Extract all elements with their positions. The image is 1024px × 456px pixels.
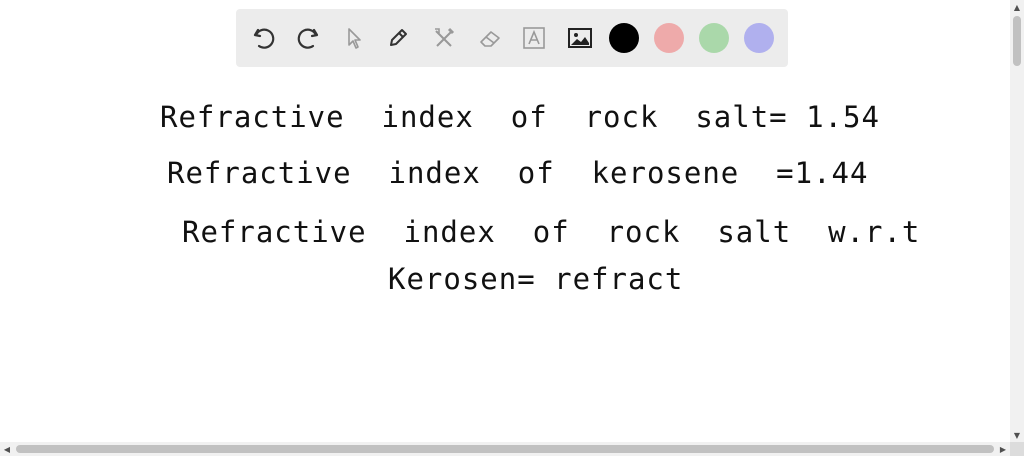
note-line-3: Refractive index of rock salt w.r.t <box>182 215 921 249</box>
scroll-right-arrow-icon[interactable]: ▶ <box>996 442 1010 456</box>
scroll-up-arrow-icon[interactable]: ▲ <box>1010 0 1024 14</box>
note-line-1: Refractive index of rock salt= 1.54 <box>160 100 880 134</box>
note-line-2: Refractive index of kerosene =1.44 <box>167 156 869 190</box>
vertical-scroll-thumb[interactable] <box>1013 16 1021 66</box>
horizontal-scrollbar[interactable]: ◀ ▶ <box>0 442 1010 456</box>
vertical-scrollbar[interactable]: ▲ ▼ <box>1010 0 1024 442</box>
horizontal-scroll-thumb[interactable] <box>16 445 994 453</box>
whiteboard-canvas[interactable]: Refractive index of rock salt= 1.54 Refr… <box>0 0 1010 442</box>
scroll-left-arrow-icon[interactable]: ◀ <box>0 442 14 456</box>
scroll-down-arrow-icon[interactable]: ▼ <box>1010 428 1024 442</box>
handwritten-notes: Refractive index of rock salt= 1.54 Refr… <box>0 0 1010 442</box>
scrollbar-corner <box>1010 442 1024 456</box>
note-line-4: Kerosen= refract <box>388 262 684 296</box>
